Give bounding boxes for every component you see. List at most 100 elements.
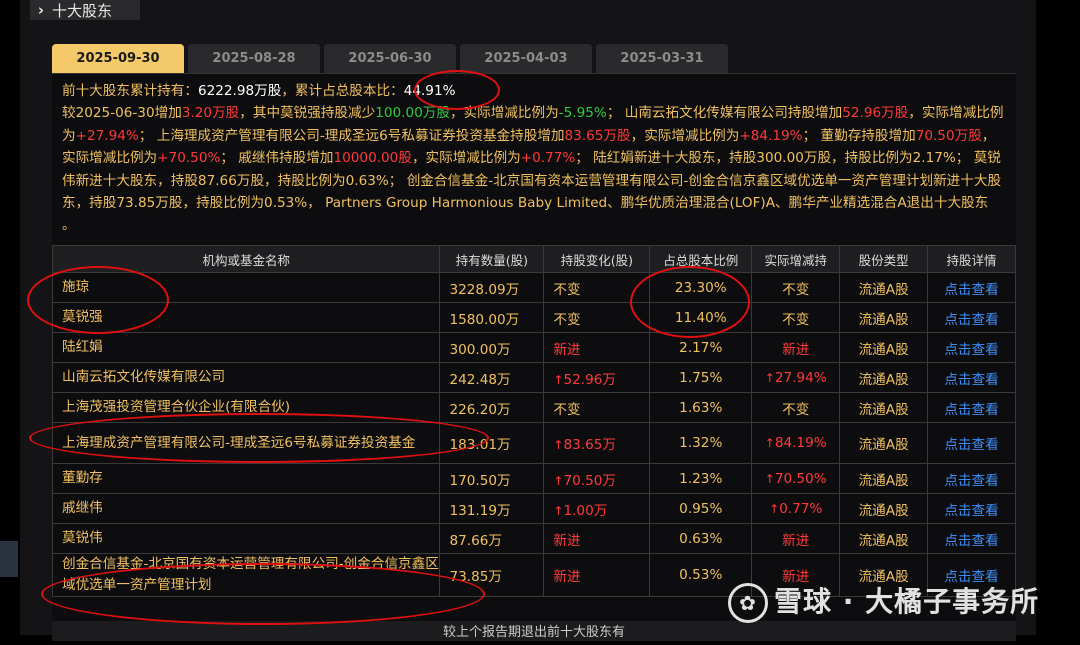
total-ratio: 44.91% <box>403 83 456 99</box>
table-header-row: 机构或基金名称 持有数量(股) 持股变化(股) 占总股本比例 实际增减持 股份类… <box>51 245 1016 273</box>
actual-change: 新进 <box>751 523 841 554</box>
arrow-up-icon: ↑ <box>764 436 775 450</box>
watermark: ✿ 雪球 · 大橘子事务所 <box>728 580 1039 623</box>
summary-text: 前十大股东累计持有：6222.98万股，累计占总股本比：44.91% 较2025-… <box>62 83 1004 234</box>
hold-amount: 300.00万 <box>439 332 545 363</box>
actual-change: ↑70.50% <box>751 463 841 494</box>
hold-amount: 3228.09万 <box>439 272 545 303</box>
arrow-up-icon: ↑ <box>553 503 564 518</box>
col-header-hold: 持有数量(股) <box>439 245 545 273</box>
share-type: 流通A股 <box>839 392 929 423</box>
arrow-up-icon: ↑ <box>764 471 775 486</box>
chevron-right-icon: › <box>37 1 45 19</box>
shareholder-name: 戚继伟 <box>51 493 441 524</box>
share-type: 流通A股 <box>839 422 929 464</box>
share-type: 流通A股 <box>839 272 929 303</box>
table-row: 陆红娟 300.00万 新进 2.17% 新进 流通A股 点击查看 <box>51 332 1016 363</box>
table-row: 莫锐伟 87.66万 新进 0.63% 新进 流通A股 点击查看 <box>51 523 1016 554</box>
share-type: 流通A股 <box>839 463 929 494</box>
section-header: › 十大股东 <box>30 0 140 20</box>
share-type: 流通A股 <box>839 362 929 393</box>
share-ratio: 1.63% <box>649 392 753 423</box>
table-row: 上海茂强投资管理合伙企业(有限合伙) 226.20万 不变 1.63% 不变 流通A股 点击… <box>51 392 1016 423</box>
hold-change: 不变 <box>543 392 651 423</box>
table-row: 施琼 3228.09万 不变 23.30% 不变 流通A股 点击查看 <box>51 272 1016 303</box>
detail-link[interactable]: 点击查看 <box>927 422 1016 464</box>
shareholder-table: 机构或基金名称 持有数量(股) 持股变化(股) 占总股本比例 实际增减持 股份类… <box>51 245 1016 597</box>
shareholder-name: 莫锐强 <box>51 302 441 333</box>
col-header-actual: 实际增减持 <box>751 245 841 273</box>
hold-change: 新进 <box>543 523 651 554</box>
tab-2025-09-30[interactable]: 2025-09-30 <box>52 44 184 73</box>
detail-link[interactable]: 点击查看 <box>927 523 1016 554</box>
hold-amount: 242.48万 <box>439 362 545 393</box>
tab-2025-03-31[interactable]: 2025-03-31 <box>596 44 728 73</box>
arrow-up-icon: ↑ <box>553 473 564 488</box>
hold-change: 不变 <box>543 302 651 333</box>
content-area: 前十大股东累计持有：6222.98万股，累计占总股本比：44.91% 较2025-… <box>51 73 1016 641</box>
col-header-ratio: 占总股本比例 <box>649 245 753 273</box>
hold-amount: 183.01万 <box>439 422 545 464</box>
detail-link[interactable]: 点击查看 <box>927 302 1016 333</box>
shareholder-name: 上海理成资产管理有限公司-理成圣远6号私募证券投资基金 <box>51 422 441 464</box>
hold-amount: 131.19万 <box>439 493 545 524</box>
section-title: 十大股东 <box>52 1 113 20</box>
share-ratio: 23.30% <box>649 272 753 303</box>
tab-2025-06-30[interactable]: 2025-06-30 <box>324 44 456 73</box>
share-ratio: 11.40% <box>649 302 753 333</box>
table-row: 莫锐强 1580.00万 不变 11.40% 不变 流通A股 点击查看 <box>51 302 1016 333</box>
col-header-detail: 持股详情 <box>927 245 1016 273</box>
col-header-name: 机构或基金名称 <box>51 245 441 273</box>
shareholder-name: 董勤存 <box>51 463 441 494</box>
hold-change: 新进 <box>543 553 651 597</box>
share-ratio: 0.95% <box>649 493 753 524</box>
shareholder-name: 陆红娟 <box>51 332 441 363</box>
hold-change: ↑1.00万 <box>543 493 651 524</box>
actual-change: 不变 <box>751 272 841 303</box>
share-type: 流通A股 <box>839 302 929 333</box>
shareholder-name: 山南云拓文化传媒有限公司 <box>51 362 441 393</box>
arrow-up-icon: ↑ <box>553 438 564 452</box>
tab-2025-04-03[interactable]: 2025-04-03 <box>460 44 592 73</box>
col-header-type: 股份类型 <box>839 245 929 273</box>
hold-change: ↑52.96万 <box>543 362 651 393</box>
share-ratio: 2.17% <box>649 332 753 363</box>
actual-change: ↑84.19% <box>751 422 841 464</box>
tab-2025-08-28[interactable]: 2025-08-28 <box>188 44 320 73</box>
shareholder-name: 莫锐伟 <box>51 523 441 554</box>
detail-link[interactable]: 点击查看 <box>927 392 1016 423</box>
detail-link[interactable]: 点击查看 <box>927 362 1016 393</box>
detail-link[interactable]: 点击查看 <box>927 272 1016 303</box>
detail-link[interactable]: 点击查看 <box>927 332 1016 363</box>
total-hold: 6222.98万股 <box>197 83 282 99</box>
actual-change: ↑0.77% <box>751 493 841 524</box>
date-tabs: 2025-09-30 2025-08-28 2025-06-30 2025-04… <box>52 44 728 73</box>
share-type: 流通A股 <box>839 493 929 524</box>
table-row: 戚继伟 131.19万 ↑1.00万 0.95% ↑0.77% 流通A股 点击查看 <box>51 493 1016 524</box>
hold-change: 不变 <box>543 272 651 303</box>
footer-text: 较上个报告期退出前十大股东有 <box>52 621 1016 641</box>
table-row: 董勤存 170.50万 ↑70.50万 1.23% ↑70.50% 流通A股 点击查看 <box>51 463 1016 494</box>
share-type: 流通A股 <box>839 332 929 363</box>
share-ratio: 1.32% <box>649 422 753 464</box>
hold-change: ↑70.50万 <box>543 463 651 494</box>
shareholder-name: 上海茂强投资管理合伙企业(有限合伙) <box>51 392 441 423</box>
actual-change: 不变 <box>751 302 841 333</box>
xueqiu-logo-icon: ✿ <box>728 583 768 623</box>
table-row: 山南云拓文化传媒有限公司 242.48万 ↑52.96万 1.75% ↑27.94% 流通… <box>51 362 1016 393</box>
actual-change: 不变 <box>751 392 841 423</box>
share-ratio: 1.23% <box>649 463 753 494</box>
hold-amount: 170.50万 <box>439 463 545 494</box>
shareholder-name: 创金合信基金-北京国有资本运营管理有限公司-创金合信京鑫区域优选单一资产管理计划 <box>51 553 441 597</box>
shareholder-name: 施琼 <box>51 272 441 303</box>
arrow-up-icon: ↑ <box>764 370 775 385</box>
detail-link[interactable]: 点击查看 <box>927 463 1016 494</box>
arrow-up-icon: ↑ <box>553 372 564 387</box>
share-type: 流通A股 <box>839 523 929 554</box>
share-ratio: 1.75% <box>649 362 753 393</box>
side-tab[interactable] <box>0 541 18 577</box>
hold-change: 新进 <box>543 332 651 363</box>
share-ratio: 0.63% <box>649 523 753 554</box>
detail-link[interactable]: 点击查看 <box>927 493 1016 524</box>
actual-change: ↑27.94% <box>751 362 841 393</box>
